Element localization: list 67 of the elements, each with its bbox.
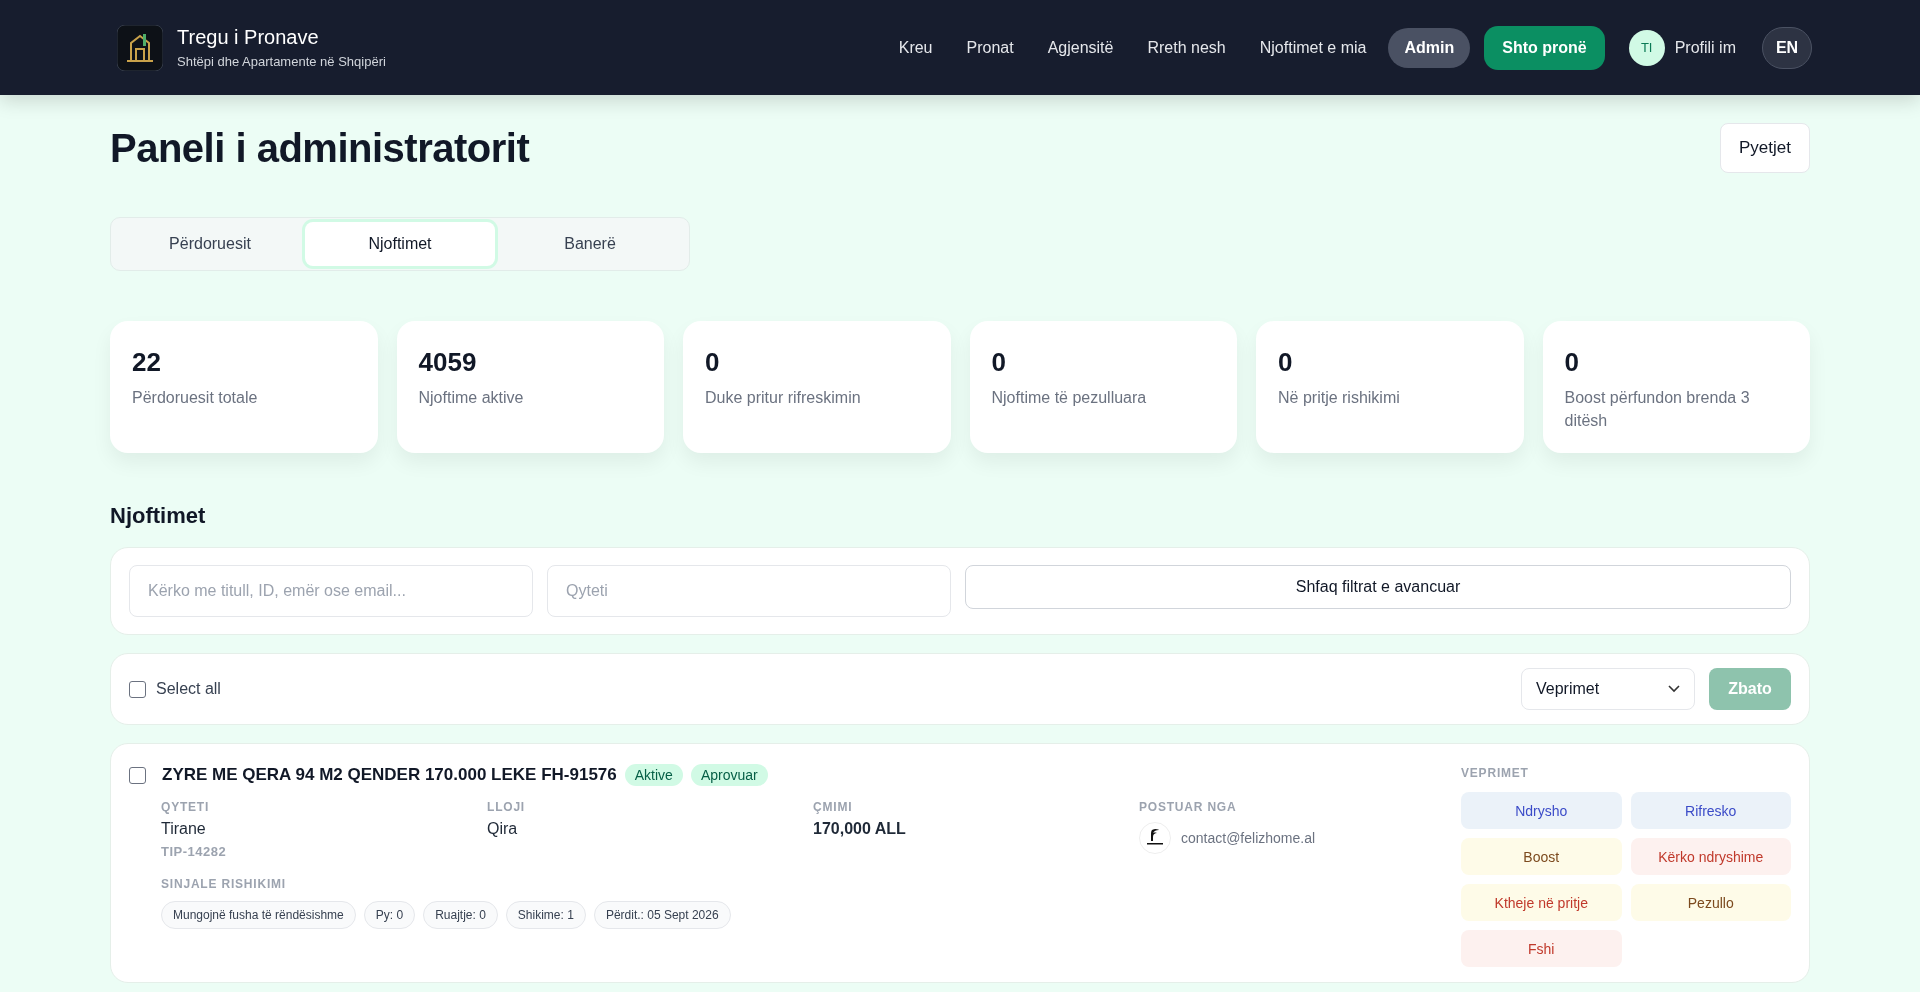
action-button[interactable]: Ktheje në pritje — [1461, 884, 1622, 921]
status-badge: Aprovuar — [690, 764, 768, 786]
stat-value: 4059 — [418, 347, 478, 378]
field-label: QYTETI — [161, 800, 211, 814]
signal-chip: Mungojnë fusha të rëndësishme — [161, 901, 356, 929]
signal-chip: Ruajtje: 0 — [423, 901, 498, 929]
city-field[interactable]: Qyteti — [547, 565, 951, 617]
action-button[interactable]: Pezullo — [1630, 884, 1791, 921]
stat-value: 0 — [705, 347, 721, 378]
stat-value: 0 — [1278, 347, 1294, 378]
profile-label: Profili im — [1674, 38, 1736, 57]
stat-label: Boost përfundon brenda 3 ditësh — [1564, 388, 1751, 431]
section-title: Njoftimet — [110, 503, 207, 529]
select-all-label: Select all — [156, 680, 221, 698]
actions-dropdown[interactable]: Veprimet — [1521, 668, 1695, 710]
stat-value: 0 — [991, 347, 1007, 378]
signal-chip: Përdit.: 05 Sept 2026 — [593, 901, 731, 929]
stat-label: Përdoruesit totale — [132, 388, 259, 408]
stat-label: Njoftime të pezulluara — [991, 388, 1148, 408]
action-button[interactable]: Kërko ndryshime — [1630, 838, 1791, 875]
poster-email: contact@felizhome.al — [1181, 830, 1316, 846]
field-label: ÇMIMI — [813, 800, 854, 814]
nav-link[interactable]: Pronat — [954, 28, 1026, 67]
action-button[interactable]: Boost — [1461, 838, 1622, 875]
stat-label: Në pritje rishikimi — [1278, 388, 1401, 408]
checkbox[interactable] — [129, 680, 146, 698]
listing-title[interactable]: ZYRE ME QERA 94 M2 QENDER 170.000 LEKE FH-91576 — [162, 765, 617, 785]
field-value: Qira — [487, 820, 519, 838]
stat-label: Duke pritur rifreskimin — [705, 388, 862, 408]
search-field[interactable]: Kërko me titull, ID, emër ose email... — [129, 565, 533, 617]
section-label: VEPRIMET — [1461, 766, 1530, 780]
tab[interactable]: Njoftimet — [305, 222, 495, 266]
section-label: SINJALE RISHIKIMI — [161, 877, 287, 891]
checkbox[interactable] — [129, 766, 146, 784]
add-property-button[interactable]: Shto pronë — [1484, 25, 1605, 70]
action-button[interactable]: Ndrysho — [1461, 792, 1622, 829]
nav-link[interactable]: Admin — [1388, 27, 1471, 68]
advanced-filters-button[interactable]: Shfaq filtrat e avancuar — [965, 565, 1791, 609]
site-subtitle: Shtëpi dhe Apartamente në Shqipëri — [177, 54, 386, 69]
field-label: LLOJI — [487, 800, 526, 814]
field-label: POSTUAR NGA — [1139, 800, 1238, 814]
signal-chip: Shikime: 1 — [505, 901, 586, 929]
page-title: Paneli i administratorit — [110, 125, 530, 171]
nav-link[interactable]: Rreth nesh — [1135, 28, 1238, 67]
stat-value: 22 — [132, 347, 162, 378]
questions-button[interactable]: Pyetjet — [1720, 123, 1810, 173]
listing-id: TIP-14282 — [161, 844, 228, 859]
tab[interactable]: Banerë — [495, 222, 685, 266]
nav-link[interactable]: Agjensitë — [1035, 28, 1126, 67]
profile-link[interactable]: TI Profili im — [1628, 29, 1736, 66]
nav-link[interactable]: Kreu — [886, 28, 945, 67]
building-logo-icon[interactable] — [117, 24, 163, 71]
tab[interactable]: Përdoruesit — [115, 222, 305, 266]
action-button[interactable]: Rifresko — [1630, 792, 1791, 829]
stat-value: 0 — [1564, 347, 1580, 378]
caret-icon — [1668, 685, 1680, 693]
agency-logo-icon — [1139, 822, 1171, 854]
site-title[interactable]: Tregu i Pronave — [177, 26, 386, 49]
nav-link[interactable]: Njoftimet e mia — [1247, 28, 1379, 67]
field-value: Tirane — [161, 820, 207, 838]
signal-chip: Py: 0 — [363, 901, 416, 929]
avatar-initials: TI — [1628, 29, 1665, 66]
stat-label: Njoftime aktive — [418, 388, 525, 408]
field-value: 170,000 ALL — [813, 820, 907, 838]
language-button[interactable]: EN — [1762, 26, 1812, 69]
action-button[interactable]: Fshi — [1461, 930, 1622, 967]
status-badge: Aktive — [624, 764, 683, 786]
